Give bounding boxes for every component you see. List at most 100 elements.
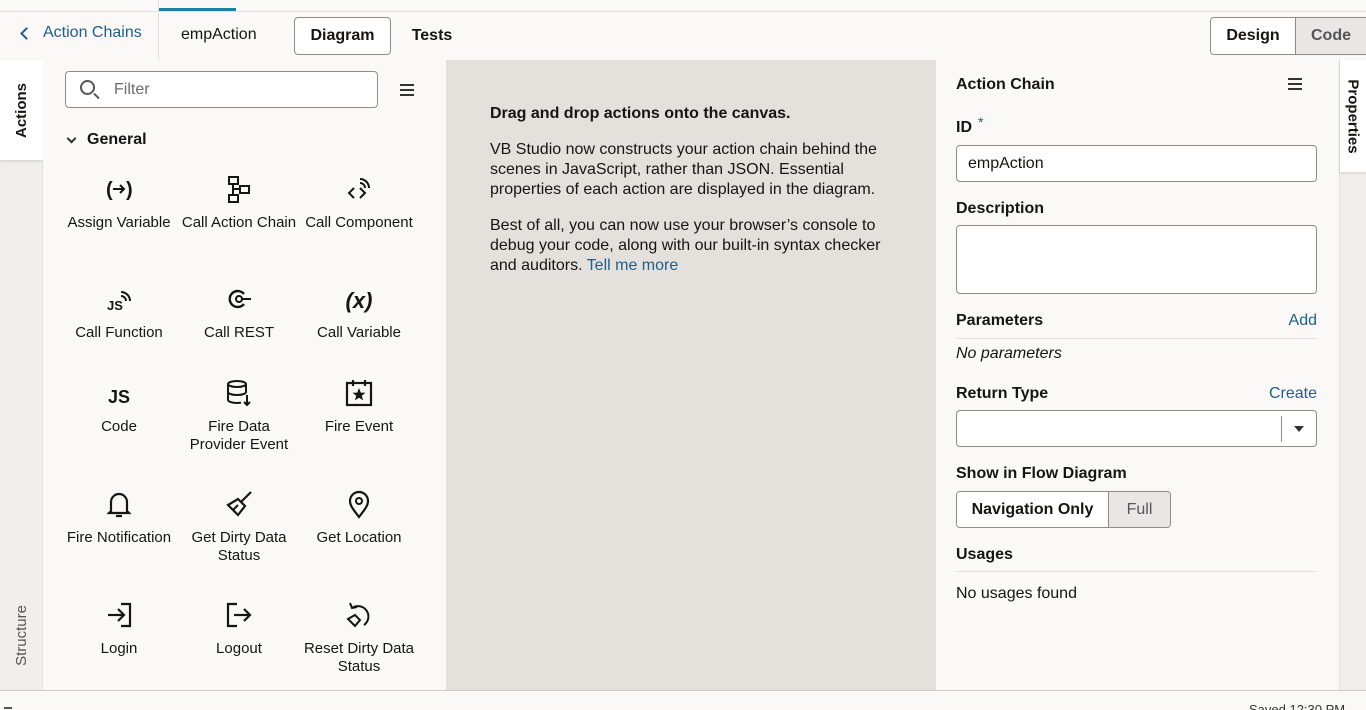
fire-data-provider-icon (179, 374, 299, 408)
design-code-toggle: Design Code (1210, 17, 1366, 55)
action-label: Call Function (75, 324, 163, 341)
properties-menu-icon[interactable] (1288, 78, 1302, 90)
action-fire-data-provider-event[interactable]: Fire Data Provider Event (179, 374, 299, 454)
code-glyph: JS (107, 387, 131, 407)
status-bar: Saved 12:30 PM (0, 690, 1366, 710)
canvas-hint-para2-text: Best of all, you can now use your browse… (490, 217, 881, 274)
design-mode-button[interactable]: Design (1211, 18, 1296, 54)
action-label: Call Action Chain (181, 214, 297, 231)
svg-text:JS: JS (107, 298, 123, 313)
add-parameter-link[interactable]: Add (1289, 312, 1317, 330)
bell-icon (59, 485, 179, 519)
canvas-hint-para1: VB Studio now constructs your action cha… (490, 141, 877, 198)
required-mark: * (978, 114, 984, 130)
full-button[interactable]: Full (1109, 492, 1170, 527)
location-pin-icon (299, 485, 419, 519)
action-get-location[interactable]: Get Location (299, 485, 419, 547)
action-label: Fire Event (324, 418, 394, 435)
minimize-icon[interactable] (4, 707, 12, 709)
action-call-variable[interactable]: (x) Call Variable (299, 280, 419, 342)
action-get-dirty-data-status[interactable]: Get Dirty Data Status (179, 485, 299, 565)
tell-me-more-link[interactable]: Tell me more (587, 257, 679, 274)
flow-diagram-label: Show in Flow Diagram (956, 465, 1127, 482)
fire-event-icon (299, 374, 419, 408)
action-call-rest[interactable]: Call REST (179, 280, 299, 342)
action-fire-event[interactable]: Fire Event (299, 374, 419, 436)
tab-structure[interactable]: Structure (0, 585, 43, 685)
tab-structure-label: Structure (13, 604, 31, 666)
actions-palette: General () Assign Variable Call Action C… (43, 60, 446, 690)
action-assign-variable[interactable]: () Assign Variable (59, 170, 179, 232)
reset-broom-icon (299, 596, 419, 630)
call-function-icon: JS (59, 280, 179, 314)
action-login[interactable]: Login (59, 596, 179, 658)
tab-properties[interactable]: Properties (1340, 60, 1366, 172)
svg-text:(: ( (106, 179, 113, 201)
action-call-component[interactable]: Call Component (299, 170, 419, 232)
id-label-text: ID (956, 119, 972, 136)
action-call-function[interactable]: JS Call Function (59, 280, 179, 342)
return-type-label: Return Type (956, 385, 1049, 402)
tab-tests[interactable]: Tests (402, 17, 462, 55)
description-field[interactable] (956, 225, 1317, 294)
properties-panel: Action Chain ID* Description Parameters … (936, 60, 1339, 690)
saved-status: Saved 12:30 PM (1249, 702, 1346, 710)
palette-menu-icon[interactable] (400, 84, 414, 96)
file-tab-label: empAction (181, 26, 257, 43)
variable-glyph: (x) (345, 288, 373, 313)
navigation-only-button[interactable]: Navigation Only (957, 492, 1109, 527)
canvas-hint: Drag and drop actions onto the canvas. V… (490, 104, 910, 292)
filter-box (65, 71, 378, 108)
editor-header: Action Chains empAction Diagram Tests De… (0, 0, 1366, 60)
usages-label: Usages (956, 546, 1013, 563)
back-to-action-chains-link[interactable]: Action Chains (18, 24, 142, 42)
canvas-hint-para2: Best of all, you can now use your browse… (490, 216, 910, 276)
tab-actions[interactable]: Actions (0, 60, 43, 160)
action-label: Get Location (316, 529, 402, 546)
section-general-label: General (87, 131, 147, 148)
id-label: ID * (956, 114, 983, 137)
no-parameters-text: No parameters (956, 345, 1062, 362)
usages-divider (956, 571, 1317, 572)
action-label: Fire Notification (66, 529, 172, 546)
properties-title: Action Chain (956, 76, 1055, 93)
action-label: Reset Dirty Data Status (303, 640, 415, 675)
action-reset-dirty-data-status[interactable]: Reset Dirty Data Status (299, 596, 419, 676)
action-code[interactable]: JS Code (59, 374, 179, 436)
file-tab-empaction[interactable]: empAction (159, 0, 257, 60)
broom-icon (179, 485, 299, 519)
left-tab-rail: Actions Structure (0, 60, 43, 690)
action-label: Login (100, 640, 138, 657)
code-icon: JS (59, 374, 179, 408)
filter-input[interactable] (114, 78, 364, 102)
canvas-hint-heading: Drag and drop actions onto the canvas. (490, 105, 791, 122)
code-mode-button[interactable]: Code (1296, 18, 1366, 54)
parameters-label: Parameters (956, 312, 1044, 329)
call-action-chain-icon (179, 170, 299, 204)
tab-diagram[interactable]: Diagram (294, 17, 391, 55)
action-call-action-chain[interactable]: Call Action Chain (179, 170, 299, 232)
call-variable-icon: (x) (299, 280, 419, 314)
search-icon (80, 80, 95, 95)
id-field[interactable] (956, 145, 1317, 182)
action-label: Assign Variable (67, 214, 171, 231)
return-type-select[interactable] (956, 410, 1317, 447)
action-label: Get Dirty Data Status (191, 529, 287, 564)
diagram-canvas[interactable]: Drag and drop actions onto the canvas. V… (446, 60, 936, 690)
section-general-header[interactable]: General (66, 131, 147, 149)
no-usages-text: No usages found (956, 585, 1077, 602)
create-return-type-link[interactable]: Create (1269, 385, 1317, 403)
action-label: Call Variable (317, 324, 401, 341)
description-label: Description (956, 200, 1045, 217)
call-component-icon (299, 170, 419, 204)
login-icon (59, 596, 179, 630)
tab-actions-label: Actions (13, 82, 31, 138)
action-fire-notification[interactable]: Fire Notification (59, 485, 179, 547)
action-label: Call REST (203, 324, 274, 341)
call-rest-icon (179, 280, 299, 314)
active-tab-indicator (159, 8, 236, 11)
right-tab-rail: Properties (1339, 60, 1366, 690)
assign-variable-icon: () (59, 170, 179, 204)
chevron-down-icon (66, 133, 77, 143)
action-logout[interactable]: Logout (179, 596, 299, 658)
